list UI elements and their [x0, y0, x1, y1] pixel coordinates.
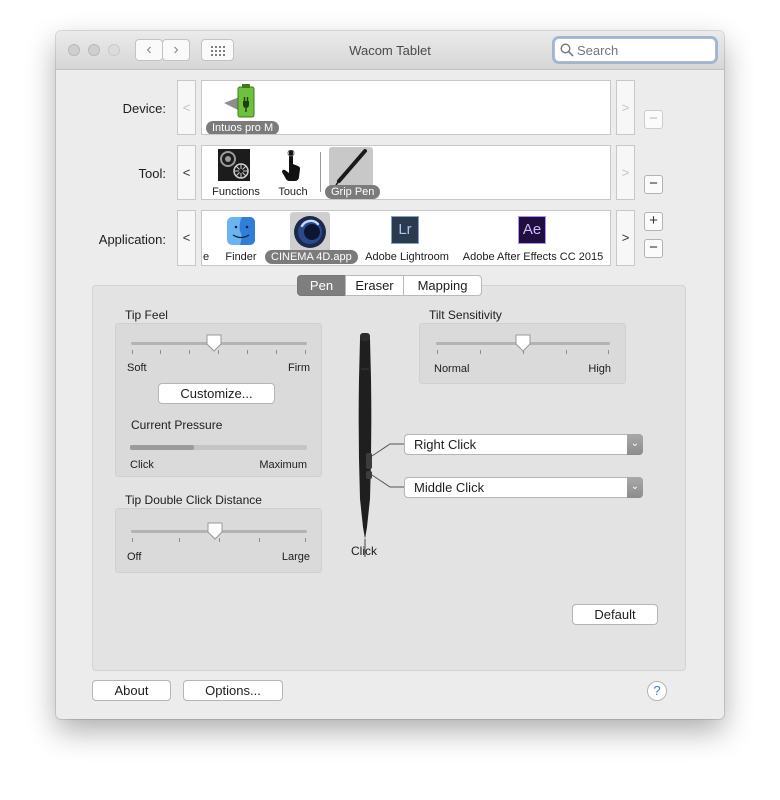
about-button[interactable]: About: [92, 680, 171, 701]
tip-feel-slider-thumb[interactable]: [206, 334, 222, 352]
tick: [132, 350, 133, 354]
application-item-label: e: [202, 251, 210, 263]
pen-tip-label: Click: [351, 544, 377, 558]
lower-button-value: Middle Click: [414, 480, 485, 495]
tip-feel-title: Tip Feel: [125, 308, 168, 322]
tool-list: Functions Touch Grip Pen: [201, 145, 611, 200]
tip-feel-group: Soft Firm Customize... Current Pressure …: [115, 323, 322, 477]
tick: [189, 350, 190, 354]
upper-button-popup[interactable]: Right Click ⌄: [404, 434, 643, 455]
tool-label: Tool:: [138, 166, 166, 181]
search-field[interactable]: [552, 36, 718, 64]
add-application-button[interactable]: +: [644, 212, 663, 231]
application-scroll-left-button[interactable]: <: [177, 210, 196, 266]
tick: [480, 350, 481, 354]
tilt-sensitivity-group: Normal High: [419, 323, 626, 384]
popup-chevron-icon: ⌄: [627, 477, 643, 498]
tool-divider: [320, 152, 321, 192]
current-pressure-fill: [130, 445, 194, 450]
popup-chevron-icon: ⌄: [627, 434, 643, 455]
grip-pen-icon: [335, 149, 367, 186]
tip-double-click-title: Tip Double Click Distance: [125, 493, 262, 507]
after-effects-icon: Ae: [518, 216, 546, 244]
tool-item-label: Touch: [278, 186, 308, 198]
upper-button-value: Right Click: [414, 437, 477, 452]
tip-feel-min-label: Soft: [127, 362, 147, 374]
help-button[interactable]: ?: [647, 681, 667, 701]
device-list: Intuos pro M: [201, 80, 611, 135]
device-label: Device:: [122, 101, 166, 116]
current-pressure-min-label: Click: [130, 459, 154, 471]
tick: [305, 538, 306, 542]
tick: [179, 538, 180, 542]
tool-item-grip-pen[interactable]: [329, 147, 373, 187]
tilt-min-label: Normal: [434, 363, 470, 375]
tool-item-label: Grip Pen: [325, 185, 381, 199]
tablet-battery-icon: [224, 84, 255, 118]
tick: [437, 350, 438, 354]
remove-device-button[interactable]: −: [644, 110, 663, 129]
application-item-finder[interactable]: [226, 216, 256, 246]
device-scroll-right-button[interactable]: >: [616, 80, 635, 135]
tick: [305, 350, 306, 354]
device-item-label: Intuos pro M: [206, 121, 280, 134]
device-item-intuos-pro-m[interactable]: [222, 83, 260, 121]
device-scroll-left-button[interactable]: <: [177, 80, 196, 135]
lower-button-popup[interactable]: Middle Click ⌄: [404, 477, 643, 498]
finder-icon: [227, 217, 255, 245]
application-item-label: CINEMA 4D.app: [265, 250, 358, 264]
tick: [132, 538, 133, 542]
current-pressure-bar: [130, 445, 307, 450]
current-pressure-title: Current Pressure: [131, 418, 223, 432]
functions-icon: [218, 149, 250, 181]
tip-double-click-slider-thumb[interactable]: [207, 522, 223, 540]
application-scroll-right-button[interactable]: >: [616, 210, 635, 266]
tick: [608, 350, 609, 354]
remove-tool-button[interactable]: −: [644, 175, 663, 194]
application-item-after-effects[interactable]: Ae: [518, 216, 548, 244]
tip-double-click-min-label: Off: [127, 551, 142, 563]
tick: [259, 538, 260, 542]
lightroom-icon: Lr: [391, 216, 419, 244]
application-item-label: Finder: [225, 251, 257, 263]
tab-eraser[interactable]: Eraser: [345, 275, 404, 296]
search-input[interactable]: [577, 41, 707, 59]
tool-item-touch[interactable]: [281, 149, 303, 182]
tick: [160, 350, 161, 354]
tool-scroll-left-button[interactable]: <: [177, 145, 196, 200]
application-label: Application:: [98, 232, 166, 247]
application-item-label: Adobe Lightroom: [365, 251, 449, 263]
touch-hand-icon: [281, 149, 301, 181]
tool-item-label: Functions: [212, 186, 260, 198]
default-button[interactable]: Default: [572, 604, 658, 625]
tilt-slider-thumb[interactable]: [515, 334, 531, 352]
options-button[interactable]: Options...: [183, 680, 283, 701]
cinema4d-icon: [294, 216, 326, 248]
application-item-cinema4d[interactable]: [290, 212, 330, 252]
remove-application-button[interactable]: −: [644, 239, 663, 258]
tick: [566, 350, 567, 354]
wacom-tablet-window: ‹ › Wacom Tablet Device: <: [56, 31, 724, 719]
tip-feel-max-label: Firm: [288, 362, 310, 374]
tip-double-click-group: Off Large: [115, 508, 322, 573]
customize-button[interactable]: Customize...: [158, 383, 275, 404]
current-pressure-max-label: Maximum: [259, 459, 307, 471]
tick: [276, 350, 277, 354]
application-list: e Finder CINEMA 4D.app Lr Adobe Lightroo…: [201, 210, 611, 266]
tool-item-functions[interactable]: [218, 149, 250, 181]
title-bar: ‹ › Wacom Tablet: [56, 31, 724, 70]
tilt-sensitivity-title: Tilt Sensitivity: [429, 308, 502, 322]
tick: [247, 350, 248, 354]
tab-mapping[interactable]: Mapping: [403, 275, 482, 296]
tip-double-click-max-label: Large: [281, 551, 310, 563]
tilt-max-label: High: [588, 363, 611, 375]
application-item-lightroom[interactable]: Lr: [391, 216, 421, 244]
tab-pen[interactable]: Pen: [297, 275, 346, 296]
tool-scroll-right-button[interactable]: >: [616, 145, 635, 200]
application-item-label: Adobe After Effects CC 2015: [462, 251, 604, 263]
search-icon: [560, 43, 574, 57]
